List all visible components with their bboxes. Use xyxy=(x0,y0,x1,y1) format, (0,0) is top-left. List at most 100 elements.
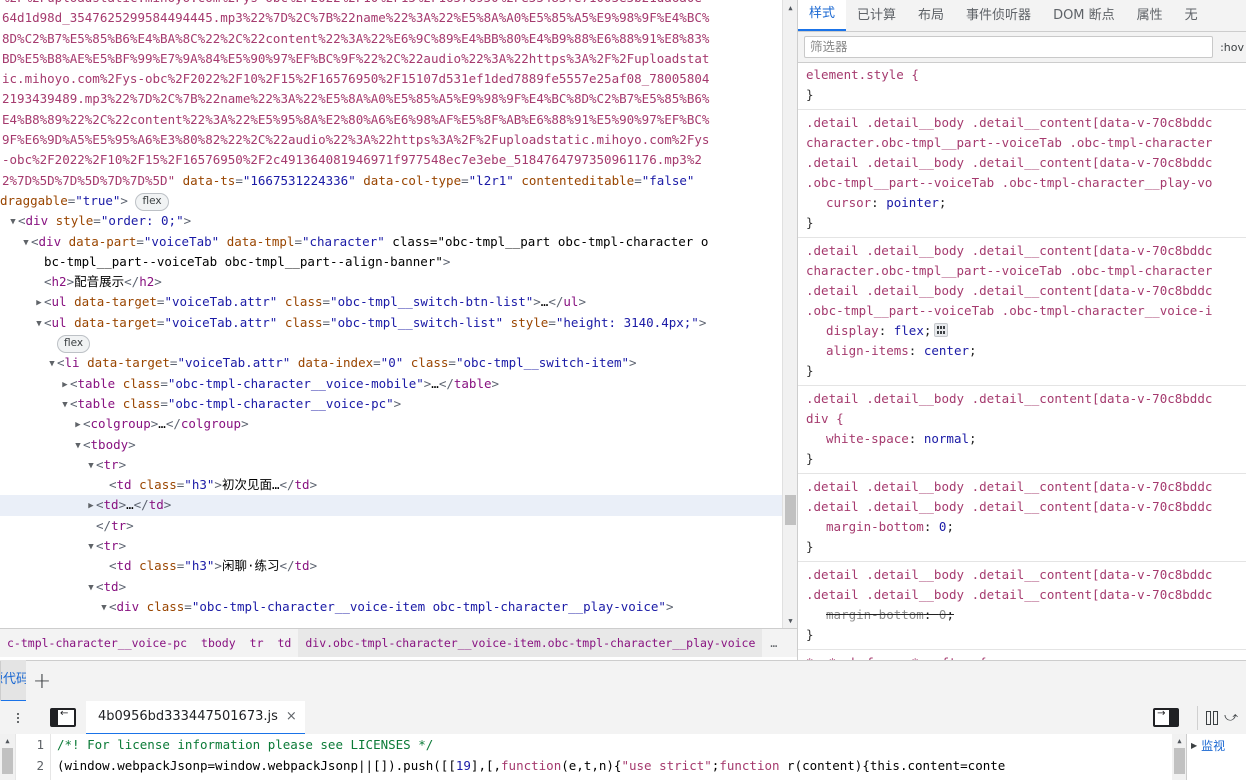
css-selector[interactable]: .obc-tmpl__part--voiceTab .obc-tmpl-char… xyxy=(806,173,1246,193)
show-navigator-icon[interactable] xyxy=(50,708,76,727)
dom-tree-row[interactable]: ▼ <li data-target="voiceTab.attr" data-in… xyxy=(0,353,782,373)
css-selector[interactable]: .detail .detail__body .detail__content[d… xyxy=(806,113,1246,133)
drawer-tab-sources[interactable]: 源代码 xyxy=(0,660,26,702)
source-file-tab[interactable]: 4b0956bd333447501673.js × xyxy=(86,700,305,735)
dom-tree-row[interactable]: ▼ <div data-part="voiceTab" data-tmpl="ch… xyxy=(0,232,782,252)
watch-section-header[interactable]: ▶ 监视 xyxy=(1187,734,1246,756)
twisty[interactable]: ▼ xyxy=(47,354,57,374)
twisty[interactable]: ▼ xyxy=(21,233,31,253)
styles-tab[interactable]: 事件侦听器 xyxy=(955,1,1042,31)
css-declaration[interactable]: margin-bottom: 0; xyxy=(806,605,1246,625)
breadcrumb-item[interactable]: tr xyxy=(243,629,271,657)
styles-tab[interactable]: 已计算 xyxy=(846,1,907,31)
add-drawer-tab-button[interactable]: + xyxy=(26,661,58,701)
css-selector[interactable]: .detail .detail__body .detail__content[d… xyxy=(806,389,1246,409)
css-selector[interactable]: element.style { xyxy=(806,65,1246,85)
source-code-editor[interactable]: ▲ 12 /*! For license information please … xyxy=(0,734,1187,780)
styles-tab[interactable]: DOM 断点 xyxy=(1042,1,1126,31)
css-rule[interactable]: .detail .detail__body .detail__content[d… xyxy=(798,110,1246,238)
scroll-up-arrow[interactable]: ▲ xyxy=(1172,734,1187,747)
scrollbar-thumb[interactable] xyxy=(2,748,13,774)
twisty[interactable] xyxy=(34,253,44,273)
css-selector[interactable]: div { xyxy=(806,409,1246,429)
show-drawer-icon[interactable] xyxy=(1153,708,1180,727)
twisty[interactable] xyxy=(99,557,109,577)
drawer-tabbar[interactable]: 源代码 + xyxy=(0,660,1246,702)
pause-icon[interactable] xyxy=(1206,710,1219,725)
scroll-up-arrow[interactable]: ▲ xyxy=(0,734,15,747)
css-selector[interactable]: .detail .detail__body .detail__content[d… xyxy=(806,565,1246,585)
twisty[interactable]: ▼ xyxy=(73,436,83,456)
css-selector[interactable]: .detail .detail__body .detail__content[d… xyxy=(806,477,1246,497)
more-options-icon[interactable] xyxy=(0,701,36,734)
css-rule[interactable]: element.style {} xyxy=(798,62,1246,110)
close-icon[interactable]: × xyxy=(286,701,297,733)
twisty[interactable]: ▼ xyxy=(34,314,44,334)
css-rule[interactable]: .detail .detail__body .detail__content[d… xyxy=(798,238,1246,386)
code-line[interactable]: (window.webpackJsonp=window.webpackJsonp… xyxy=(57,755,1187,776)
dom-tree-row[interactable]: ▼ <tr> xyxy=(0,455,782,475)
twisty[interactable] xyxy=(86,517,96,537)
dom-tree-row[interactable]: ▼ <tr> xyxy=(0,536,782,556)
css-selector[interactable]: .detail .detail__body .detail__content[d… xyxy=(806,497,1246,517)
scroll-down-arrow[interactable]: ▼ xyxy=(783,613,798,628)
editor-vertical-scrollbar[interactable]: ▲ xyxy=(1172,734,1187,780)
flexbox-editor-icon[interactable] xyxy=(934,323,949,337)
dom-tree-row[interactable]: <td class="h3">初次见面…</td> xyxy=(0,475,782,495)
dom-tree-row[interactable]: <h2>配音展示</h2> xyxy=(0,272,782,292)
css-declaration[interactable]: white-space: normal; xyxy=(806,429,1246,449)
dom-tree-pane[interactable]: %2F%2Fuploadstatic.mihoyo.com%2Fys-obc%2… xyxy=(0,0,782,628)
styles-tab[interactable]: 属性 xyxy=(1126,1,1174,31)
css-declaration[interactable]: align-items: center; xyxy=(806,341,1246,361)
dom-tree-row[interactable]: </tr> xyxy=(0,516,782,536)
css-selector[interactable]: .detail .detail__body .detail__content[d… xyxy=(806,153,1246,173)
dom-tree-row[interactable]: ▼ <tbody> xyxy=(0,435,782,455)
breadcrumb-item[interactable]: c-tmpl-character__voice-pc xyxy=(0,629,194,657)
step-over-icon[interactable]: ⤻ xyxy=(1224,710,1238,725)
css-selector[interactable]: character.obc-tmpl__part--voiceTab .obc-… xyxy=(806,261,1246,281)
editor-left-scrollbar[interactable]: ▲ xyxy=(0,734,16,780)
css-selector[interactable]: .obc-tmpl__part--voiceTab .obc-tmpl-char… xyxy=(806,301,1246,321)
css-selector[interactable]: .detail .detail__body .detail__content[d… xyxy=(806,241,1246,261)
css-selector[interactable]: character.obc-tmpl__part--voiceTab .obc-… xyxy=(806,133,1246,153)
styles-tab[interactable]: 布局 xyxy=(907,1,955,31)
dom-tree-row[interactable]: ▶ <td>…</td> xyxy=(0,495,782,516)
breadcrumb-item[interactable]: div.obc-tmpl-character__voice-item.obc-t… xyxy=(298,629,763,657)
dom-tree-scrollbar[interactable]: ▲ ▼ xyxy=(782,0,798,628)
css-declaration[interactable]: display: flex; xyxy=(806,321,1246,341)
twisty[interactable]: ▼ xyxy=(8,212,18,232)
breadcrumb-item[interactable]: … xyxy=(762,629,785,657)
twisty[interactable]: ▶ xyxy=(73,415,83,435)
breadcrumb-item[interactable]: tbody xyxy=(194,629,243,657)
twisty[interactable] xyxy=(34,273,44,293)
css-selector[interactable]: .detail .detail__body .detail__content[d… xyxy=(806,281,1246,301)
dom-tree-row[interactable]: ▼ <ul data-target="voiceTab.attr" class="… xyxy=(0,313,782,333)
twisty[interactable]: ▶ xyxy=(60,375,70,395)
scrollbar-thumb[interactable] xyxy=(1174,748,1185,774)
dom-breadcrumb[interactable]: c-tmpl-character__voice-pc tbody tr td div.o… xyxy=(0,628,797,657)
css-rule[interactable]: .detail .detail__body .detail__content[d… xyxy=(798,474,1246,562)
dom-tree-row[interactable]: <td class="h3">闲聊·练习</td> xyxy=(0,556,782,576)
twisty[interactable] xyxy=(99,476,109,496)
twisty[interactable]: ▼ xyxy=(86,537,96,557)
styles-tab[interactable]: 样式 xyxy=(798,0,847,31)
breadcrumb-item[interactable]: td xyxy=(271,629,299,657)
css-selector[interactable]: *, *::before, *::after { xyxy=(806,653,1246,660)
twisty[interactable]: ▶ xyxy=(34,293,44,313)
dom-tree-row[interactable]: ▶ <table class="obc-tmpl-character__voice… xyxy=(0,374,782,394)
styles-filter-input[interactable]: 筛选器 xyxy=(804,36,1214,58)
css-selector[interactable]: .detail .detail__body .detail__content[d… xyxy=(806,585,1246,605)
twisty[interactable]: ▼ xyxy=(86,578,96,598)
dom-tree-row[interactable]: ▼ <div style="order: 0;"> xyxy=(0,211,782,231)
code-line[interactable]: /*! For license information please see L… xyxy=(57,734,1187,755)
dom-tree-row[interactable]: flex xyxy=(0,333,782,354)
twisty[interactable]: ▶ xyxy=(86,496,96,516)
dom-tree-row[interactable]: ▼ <table class="obc-tmpl-character__voice… xyxy=(0,394,782,414)
twisty[interactable]: ▼ xyxy=(99,598,109,618)
styles-rules-list[interactable]: element.style {} .detail .detail__body .d… xyxy=(798,62,1246,660)
dom-tree-row[interactable]: ▼ <div class="obc-tmpl-character__voice-i… xyxy=(0,597,782,617)
scrollbar-thumb[interactable] xyxy=(785,495,796,525)
hover-state-button[interactable]: :hov xyxy=(1217,41,1246,54)
code-content[interactable]: /*! For license information please see L… xyxy=(51,734,1187,780)
dom-tree-row[interactable]: ▶ <ul data-target="voiceTab.attr" class="… xyxy=(0,292,782,312)
